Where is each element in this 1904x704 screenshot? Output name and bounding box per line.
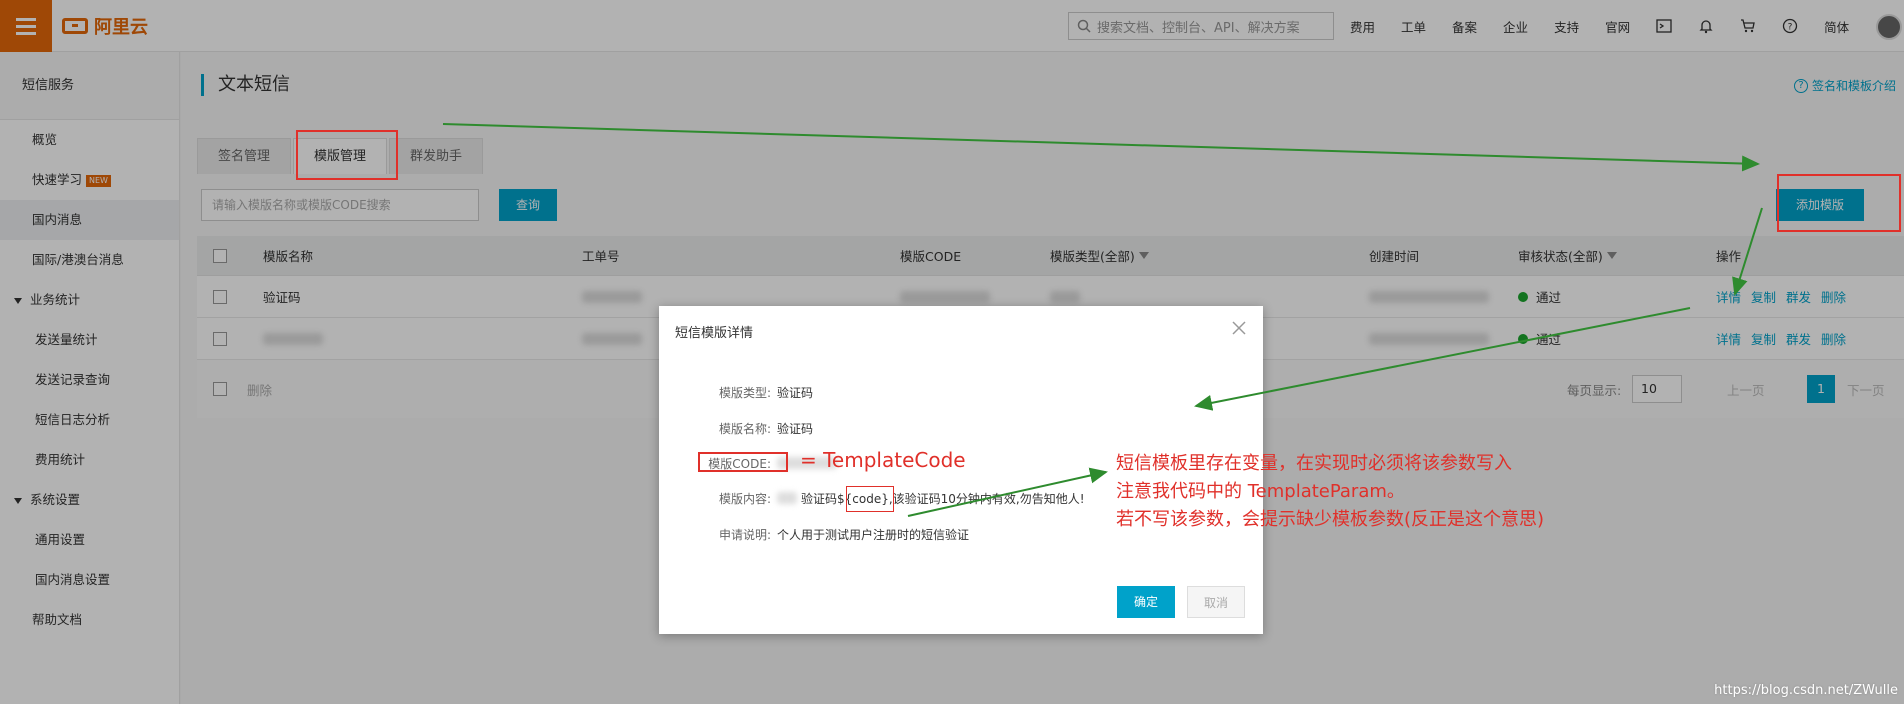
field-label: 模版内容: [718, 491, 771, 506]
close-icon[interactable] [1231, 320, 1247, 336]
field-label: 模版类型: [718, 385, 771, 400]
field-value: 验证码${code},该验证码10分钟内有效,勿告知他人! [801, 491, 1085, 506]
field-label: 模版名称: [718, 421, 771, 436]
watermark: https://blog.csdn.net/ZWulle [1714, 683, 1898, 698]
field-value: 验证码 [777, 421, 814, 436]
confirm-button[interactable]: 确定 [1117, 586, 1175, 618]
field-application-note: 申请说明: 个人用于测试用户注册时的短信验证 [659, 524, 969, 544]
highlight-add-button [1777, 174, 1901, 232]
annotation-explanation: 短信模板里存在变量，在实现时必须将该参数写入 注意我代码中的 TemplateP… [1116, 450, 1544, 534]
field-value: 验证码 [777, 385, 814, 400]
annotation-template-code: = TemplateCode [800, 448, 966, 472]
annotation-line: 短信模板里存在变量，在实现时必须将该参数写入 [1116, 453, 1512, 474]
field-value: 个人用于测试用户注册时的短信验证 [777, 527, 970, 542]
annotation-line: 若不写该参数，会提示缺少模板参数(反正是这个意思) [1116, 509, 1545, 530]
highlight-template-tab [296, 130, 398, 180]
cancel-button[interactable]: 取消 [1187, 586, 1245, 618]
dialog-title: 短信模版详情 [675, 326, 754, 341]
field-label: 申请说明: [718, 527, 771, 542]
annotation-line: 注意我代码中的 TemplateParam。 [1116, 481, 1405, 502]
highlight-code-label [698, 452, 788, 472]
highlight-code-variable [846, 486, 894, 512]
field-template-name: 模版名称: 验证码 [659, 418, 813, 438]
redacted-prefix [777, 492, 797, 504]
field-template-type: 模版类型: 验证码 [659, 382, 813, 402]
